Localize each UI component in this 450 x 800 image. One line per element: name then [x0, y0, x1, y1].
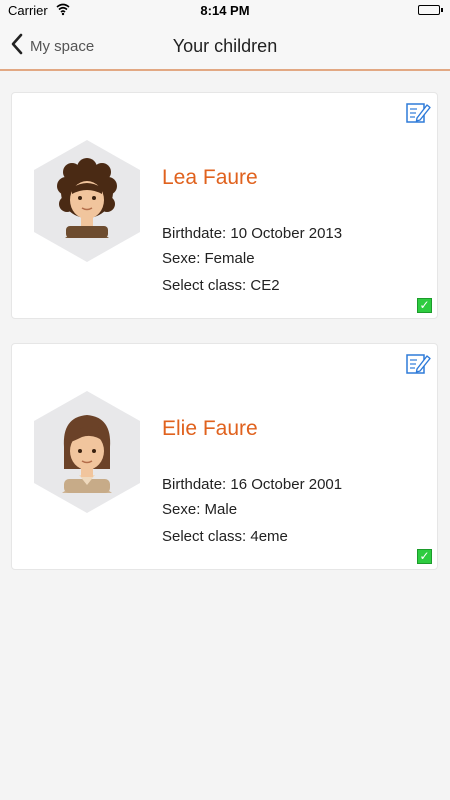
child-card[interactable]: Lea Faure Birthdate: 10 October 2013 Sex…: [11, 92, 438, 319]
child-birthdate: Birthdate: 16 October 2001: [162, 476, 343, 493]
child-class: Select class: 4eme: [162, 528, 288, 545]
status-bar: Carrier 8:14 PM: [0, 0, 450, 22]
child-card[interactable]: Elie Faure Birthdate: 16 October 2001 Se…: [11, 343, 438, 570]
avatar-brown-hair-icon: [32, 389, 142, 515]
edit-icon[interactable]: [405, 99, 431, 125]
nav-bar: My space Your children: [0, 22, 450, 71]
battery-icon: [418, 5, 443, 15]
child-class: Select class: CE2: [162, 277, 280, 294]
clock: 8:14 PM: [200, 3, 250, 18]
avatar-curly-hair-icon: [32, 138, 142, 264]
child-name: Lea Faure: [162, 166, 258, 189]
edit-icon[interactable]: [405, 350, 431, 376]
child-name: Elie Faure: [162, 417, 258, 440]
page-title: Your children: [172, 36, 278, 56]
select-checkbox[interactable]: ✓: [417, 549, 432, 564]
child-sexe: Sexe: Male: [162, 501, 238, 518]
child-birthdate: Birthdate: 10 October 2013: [162, 225, 343, 242]
child-sexe: Sexe: Female: [162, 250, 255, 267]
select-checkbox[interactable]: ✓: [417, 298, 432, 313]
